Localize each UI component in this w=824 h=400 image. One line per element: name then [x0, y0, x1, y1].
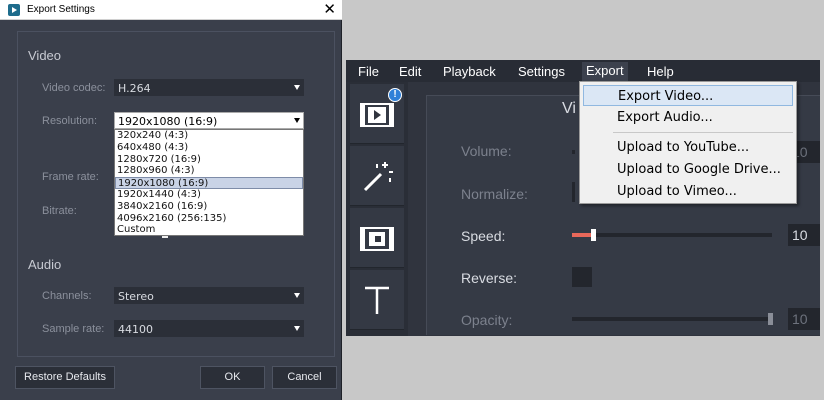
dialog-title: Export Settings: [27, 4, 95, 15]
resolution-option[interactable]: 4096x2160 (256:135): [115, 213, 303, 225]
speed-slider-fill: [572, 233, 592, 237]
cancel-button[interactable]: Cancel: [272, 366, 337, 389]
channels-select[interactable]: Stereo: [114, 287, 304, 304]
channels-value: Stereo: [118, 290, 154, 303]
speed-slider-handle[interactable]: [591, 229, 596, 241]
import-media-button[interactable]: !: [350, 84, 404, 144]
chevron-down-icon: [294, 118, 300, 123]
normalize-label: Normalize:: [461, 186, 528, 202]
sample-rate-select[interactable]: 44100: [114, 320, 304, 337]
opacity-value[interactable]: 10: [788, 308, 820, 330]
sample-rate-label: Sample rate:: [42, 323, 105, 335]
opacity-slider-handle[interactable]: [768, 313, 773, 325]
menu-upload-vimeo[interactable]: Upload to Vimeo...: [583, 181, 793, 202]
properties-title: Vi: [562, 100, 576, 117]
reverse-label: Reverse:: [461, 270, 518, 286]
menu-help[interactable]: Help: [647, 64, 674, 79]
menu-export-audio[interactable]: Export Audio...: [583, 107, 793, 128]
channels-label: Channels:: [42, 290, 92, 302]
menu-export[interactable]: Export: [582, 62, 628, 82]
speed-label: Speed:: [461, 228, 506, 244]
app-icon: [8, 4, 20, 16]
resolution-option[interactable]: 3840x2160 (16:9): [115, 201, 303, 213]
left-toolbar: !: [346, 82, 408, 336]
dialog-titlebar: Export Settings ✕: [0, 0, 342, 20]
film-transition-icon: [360, 227, 394, 251]
speed-value[interactable]: 10: [788, 224, 820, 246]
magic-wand-icon: [363, 162, 393, 192]
resolution-option[interactable]: 1280x720 (16:9): [115, 154, 303, 166]
resolution-option[interactable]: 640x480 (4:3): [115, 142, 303, 154]
chevron-down-icon: [294, 326, 300, 331]
menu-edit[interactable]: Edit: [399, 64, 421, 79]
resolution-option[interactable]: 1280x960 (4:3): [115, 165, 303, 177]
notification-badge: !: [388, 88, 402, 102]
chevron-down-icon: [294, 293, 300, 298]
volume-slider[interactable]: [572, 150, 575, 154]
titles-button[interactable]: [350, 270, 404, 330]
resolution-value: 1920x1080 (16:9): [118, 115, 218, 128]
resolution-select[interactable]: 1920x1080 (16:9): [114, 112, 304, 129]
video-codec-label: Video codec:: [42, 82, 106, 94]
menu-export-video[interactable]: Export Video...: [583, 85, 793, 106]
menu-upload-youtube[interactable]: Upload to YouTube...: [583, 137, 793, 158]
menu-file[interactable]: File: [358, 64, 379, 79]
speed-slider[interactable]: [572, 233, 772, 237]
audio-section-title: Audio: [28, 257, 62, 272]
resolution-dropdown-list[interactable]: 320x240 (4:3) 640x480 (4:3) 1280x720 (16…: [114, 129, 304, 236]
close-icon[interactable]: ✕: [323, 1, 336, 18]
menu-settings[interactable]: Settings: [518, 64, 565, 79]
film-play-icon: [360, 103, 394, 127]
export-menu: Export Video... Export Audio... Upload t…: [579, 81, 797, 204]
ok-button[interactable]: OK: [200, 366, 265, 389]
menu-playback[interactable]: Playback: [443, 64, 496, 79]
sample-rate-value: 44100: [118, 323, 153, 336]
opacity-label: Opacity:: [461, 312, 513, 328]
volume-label: Volume:: [461, 143, 512, 159]
video-section-title: Video: [28, 48, 62, 63]
menu-upload-google-drive[interactable]: Upload to Google Drive...: [583, 159, 793, 180]
text-icon: [365, 286, 389, 314]
restore-defaults-button[interactable]: Restore Defaults: [15, 366, 115, 389]
resolution-option[interactable]: 1920x1440 (4:3): [115, 189, 303, 201]
resolution-option[interactable]: 320x240 (4:3): [115, 130, 303, 142]
resolution-label: Resolution:: [42, 115, 98, 127]
video-codec-select[interactable]: H.264: [114, 79, 304, 96]
resolution-option[interactable]: Custom: [115, 224, 303, 236]
export-settings-dialog: Export Settings ✕ Video Video codec: H.2…: [0, 0, 342, 400]
transitions-button[interactable]: [350, 208, 404, 268]
menu-bar: File Edit Playback Settings Export Help: [346, 60, 820, 82]
video-codec-value: H.264: [118, 82, 151, 95]
bitrate-label: Bitrate:: [42, 205, 77, 217]
magic-wand-button[interactable]: [350, 146, 404, 206]
menu-separator: [613, 132, 793, 133]
reverse-checkbox[interactable]: [572, 267, 592, 287]
opacity-slider[interactable]: [572, 317, 772, 321]
chevron-down-icon: [294, 85, 300, 90]
frame-rate-label: Frame rate:: [42, 171, 99, 183]
normalize-checkbox[interactable]: [572, 182, 575, 202]
resolution-option-selected[interactable]: 1920x1080 (16:9): [115, 177, 303, 189]
